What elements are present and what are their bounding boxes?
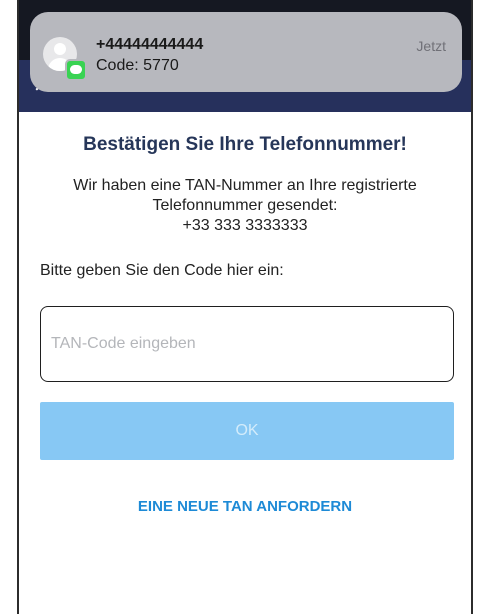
ok-button[interactable]: OK — [40, 402, 454, 460]
code-prompt-label: Bitte geben Sie den Code hier ein: — [40, 262, 284, 279]
notification-message: Code: 5770 — [96, 57, 179, 74]
info-line-2: Telefonnummer gesendet: — [152, 197, 338, 214]
info-line-1: Wir haben eine TAN-Nummer an Ihre regist… — [73, 177, 417, 194]
sms-notification-banner[interactable]: +44444444444 Code: 5770 Jetzt — [30, 12, 462, 92]
page-title: Bestätigen Sie Ihre Telefonnummer! — [83, 134, 407, 155]
messages-icon — [65, 59, 87, 81]
tan-code-input[interactable] — [40, 306, 454, 382]
tan-sent-info: Wir haben eine TAN-Nummer an Ihre regist… — [29, 176, 461, 236]
notification-sender: +44444444444 — [96, 36, 204, 53]
phone-number: +33 333 3333333 — [182, 217, 308, 234]
request-new-tan-link[interactable]: EINE NEUE TAN ANFORDERN — [19, 498, 471, 515]
phone-screen: ✕ +44444444444 Code: 5770 Jetzt Bestätig… — [17, 0, 473, 614]
notification-time: Jetzt — [416, 38, 446, 54]
